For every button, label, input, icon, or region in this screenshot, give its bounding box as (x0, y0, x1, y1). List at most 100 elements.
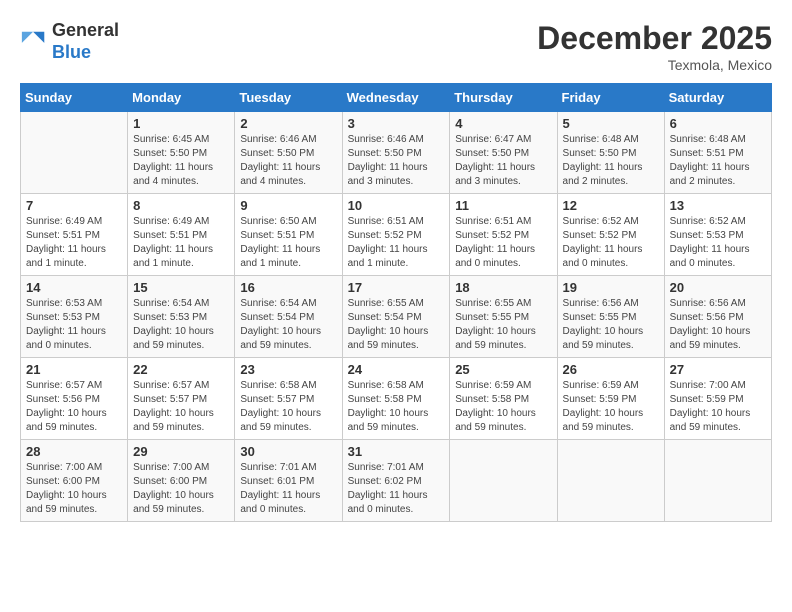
day-cell: 19Sunrise: 6:56 AM Sunset: 5:55 PM Dayli… (557, 276, 664, 358)
day-number: 25 (455, 362, 551, 377)
day-info: Sunrise: 6:55 AM Sunset: 5:55 PM Dayligh… (455, 297, 551, 353)
calendar-header: SundayMondayTuesdayWednesdayThursdayFrid… (21, 84, 772, 112)
day-number: 24 (348, 362, 445, 377)
logo-icon (20, 28, 48, 56)
day-number: 23 (240, 362, 336, 377)
day-number: 2 (240, 116, 336, 131)
day-cell: 30 Sunrise: 7:01 AM Sunset: 6:01 PM Dayli… (235, 440, 342, 522)
day-info: Sunrise: 6:52 AM Sunset: 5:52 PM Dayligh… (563, 215, 659, 271)
day-cell: 25Sunrise: 6:59 AM Sunset: 5:58 PM Dayli… (450, 358, 557, 440)
day-info: Sunrise: 6:58 AM Sunset: 5:57 PM Dayligh… (240, 379, 336, 435)
day-info: Sunrise: 6:51 AM Sunset: 5:52 PM Dayligh… (348, 215, 445, 271)
logo-general-text: General (52, 20, 119, 40)
day-info: Sunrise: 6:52 AM Sunset: 5:53 PM Dayligh… (670, 215, 766, 271)
day-info: Sunrise: 6:50 AM Sunset: 5:51 PM Dayligh… (240, 215, 336, 271)
day-cell: 24Sunrise: 6:58 AM Sunset: 5:58 PM Dayli… (342, 358, 450, 440)
day-info: Sunrise: 6:59 AM Sunset: 5:59 PM Dayligh… (563, 379, 659, 435)
header-row: SundayMondayTuesdayWednesdayThursdayFrid… (21, 84, 772, 112)
day-number: 14 (26, 280, 122, 295)
title-block: December 2025 Texmola, Mexico (537, 20, 772, 73)
day-info: Sunrise: 6:56 AM Sunset: 5:56 PM Dayligh… (670, 297, 766, 353)
day-number: 27 (670, 362, 766, 377)
location-subtitle: Texmola, Mexico (537, 57, 772, 73)
day-cell: 17 Sunrise: 6:55 AM Sunset: 5:54 PM Dayli… (342, 276, 450, 358)
day-cell: 1 Sunrise: 6:45 AM Sunset: 5:50 PM Daylig… (128, 112, 235, 194)
day-cell: 18 Sunrise: 6:55 AM Sunset: 5:55 PM Dayli… (450, 276, 557, 358)
day-info: Sunrise: 6:54 AM Sunset: 5:53 PM Dayligh… (133, 297, 229, 353)
day-info: Sunrise: 6:57 AM Sunset: 5:57 PM Dayligh… (133, 379, 229, 435)
day-cell: 2 Sunrise: 6:46 AM Sunset: 5:50 PM Daylig… (235, 112, 342, 194)
header-cell-friday: Friday (557, 84, 664, 112)
day-number: 16 (240, 280, 336, 295)
day-cell (21, 112, 128, 194)
day-info: Sunrise: 6:55 AM Sunset: 5:54 PM Dayligh… (348, 297, 445, 353)
day-info: Sunrise: 6:49 AM Sunset: 5:51 PM Dayligh… (26, 215, 122, 271)
day-cell: 12 Sunrise: 6:52 AM Sunset: 5:52 PM Dayli… (557, 194, 664, 276)
day-cell (450, 440, 557, 522)
day-cell: 21 Sunrise: 6:57 AM Sunset: 5:56 PM Dayli… (21, 358, 128, 440)
week-row-3: 14 Sunrise: 6:53 AM Sunset: 5:53 PM Dayli… (21, 276, 772, 358)
header-cell-monday: Monday (128, 84, 235, 112)
day-cell: 20 Sunrise: 6:56 AM Sunset: 5:56 PM Dayli… (664, 276, 771, 358)
day-cell: 26Sunrise: 6:59 AM Sunset: 5:59 PM Dayli… (557, 358, 664, 440)
day-cell: 3 Sunrise: 6:46 AM Sunset: 5:50 PM Daylig… (342, 112, 450, 194)
day-info: Sunrise: 6:56 AM Sunset: 5:55 PM Dayligh… (563, 297, 659, 353)
logo-blue-text: Blue (52, 42, 91, 62)
day-info: Sunrise: 7:00 AM Sunset: 6:00 PM Dayligh… (133, 461, 229, 517)
week-row-1: 1 Sunrise: 6:45 AM Sunset: 5:50 PM Daylig… (21, 112, 772, 194)
day-cell: 31 Sunrise: 7:01 AM Sunset: 6:02 PM Dayli… (342, 440, 450, 522)
day-info: Sunrise: 6:48 AM Sunset: 5:51 PM Dayligh… (670, 133, 766, 189)
day-number: 11 (455, 198, 551, 213)
day-number: 20 (670, 280, 766, 295)
day-info: Sunrise: 6:57 AM Sunset: 5:56 PM Dayligh… (26, 379, 122, 435)
week-row-4: 21 Sunrise: 6:57 AM Sunset: 5:56 PM Dayli… (21, 358, 772, 440)
logo: General Blue (20, 20, 119, 63)
day-cell: 15Sunrise: 6:54 AM Sunset: 5:53 PM Dayli… (128, 276, 235, 358)
day-number: 8 (133, 198, 229, 213)
day-info: Sunrise: 6:47 AM Sunset: 5:50 PM Dayligh… (455, 133, 551, 189)
day-number: 10 (348, 198, 445, 213)
day-info: Sunrise: 6:46 AM Sunset: 5:50 PM Dayligh… (240, 133, 336, 189)
day-info: Sunrise: 6:46 AM Sunset: 5:50 PM Dayligh… (348, 133, 445, 189)
header-cell-tuesday: Tuesday (235, 84, 342, 112)
day-info: Sunrise: 6:45 AM Sunset: 5:50 PM Dayligh… (133, 133, 229, 189)
day-number: 21 (26, 362, 122, 377)
header-cell-sunday: Sunday (21, 84, 128, 112)
day-cell: 5 Sunrise: 6:48 AM Sunset: 5:50 PM Daylig… (557, 112, 664, 194)
day-cell (557, 440, 664, 522)
day-info: Sunrise: 7:00 AM Sunset: 5:59 PM Dayligh… (670, 379, 766, 435)
day-cell: 4 Sunrise: 6:47 AM Sunset: 5:50 PM Daylig… (450, 112, 557, 194)
day-info: Sunrise: 7:00 AM Sunset: 6:00 PM Dayligh… (26, 461, 122, 517)
day-number: 6 (670, 116, 766, 131)
day-number: 5 (563, 116, 659, 131)
day-cell: 10 Sunrise: 6:51 AM Sunset: 5:52 PM Dayli… (342, 194, 450, 276)
day-info: Sunrise: 6:48 AM Sunset: 5:50 PM Dayligh… (563, 133, 659, 189)
day-cell: 27 Sunrise: 7:00 AM Sunset: 5:59 PM Dayli… (664, 358, 771, 440)
page-header: General Blue December 2025 Texmola, Mexi… (20, 20, 772, 73)
day-number: 1 (133, 116, 229, 131)
day-cell: 9Sunrise: 6:50 AM Sunset: 5:51 PM Daylig… (235, 194, 342, 276)
header-cell-thursday: Thursday (450, 84, 557, 112)
calendar-body: 1 Sunrise: 6:45 AM Sunset: 5:50 PM Daylig… (21, 112, 772, 522)
day-number: 31 (348, 444, 445, 459)
day-number: 18 (455, 280, 551, 295)
week-row-5: 28 Sunrise: 7:00 AM Sunset: 6:00 PM Dayli… (21, 440, 772, 522)
day-info: Sunrise: 6:53 AM Sunset: 5:53 PM Dayligh… (26, 297, 122, 353)
day-info: Sunrise: 6:54 AM Sunset: 5:54 PM Dayligh… (240, 297, 336, 353)
day-cell: 7 Sunrise: 6:49 AM Sunset: 5:51 PM Daylig… (21, 194, 128, 276)
day-info: Sunrise: 7:01 AM Sunset: 6:02 PM Dayligh… (348, 461, 445, 517)
day-cell: 22Sunrise: 6:57 AM Sunset: 5:57 PM Dayli… (128, 358, 235, 440)
day-number: 28 (26, 444, 122, 459)
day-number: 30 (240, 444, 336, 459)
day-cell: 11Sunrise: 6:51 AM Sunset: 5:52 PM Dayli… (450, 194, 557, 276)
day-info: Sunrise: 7:01 AM Sunset: 6:01 PM Dayligh… (240, 461, 336, 517)
day-number: 7 (26, 198, 122, 213)
day-number: 17 (348, 280, 445, 295)
day-cell (664, 440, 771, 522)
day-number: 12 (563, 198, 659, 213)
day-cell: 6 Sunrise: 6:48 AM Sunset: 5:51 PM Daylig… (664, 112, 771, 194)
day-number: 29 (133, 444, 229, 459)
day-info: Sunrise: 6:49 AM Sunset: 5:51 PM Dayligh… (133, 215, 229, 271)
day-number: 4 (455, 116, 551, 131)
day-number: 3 (348, 116, 445, 131)
